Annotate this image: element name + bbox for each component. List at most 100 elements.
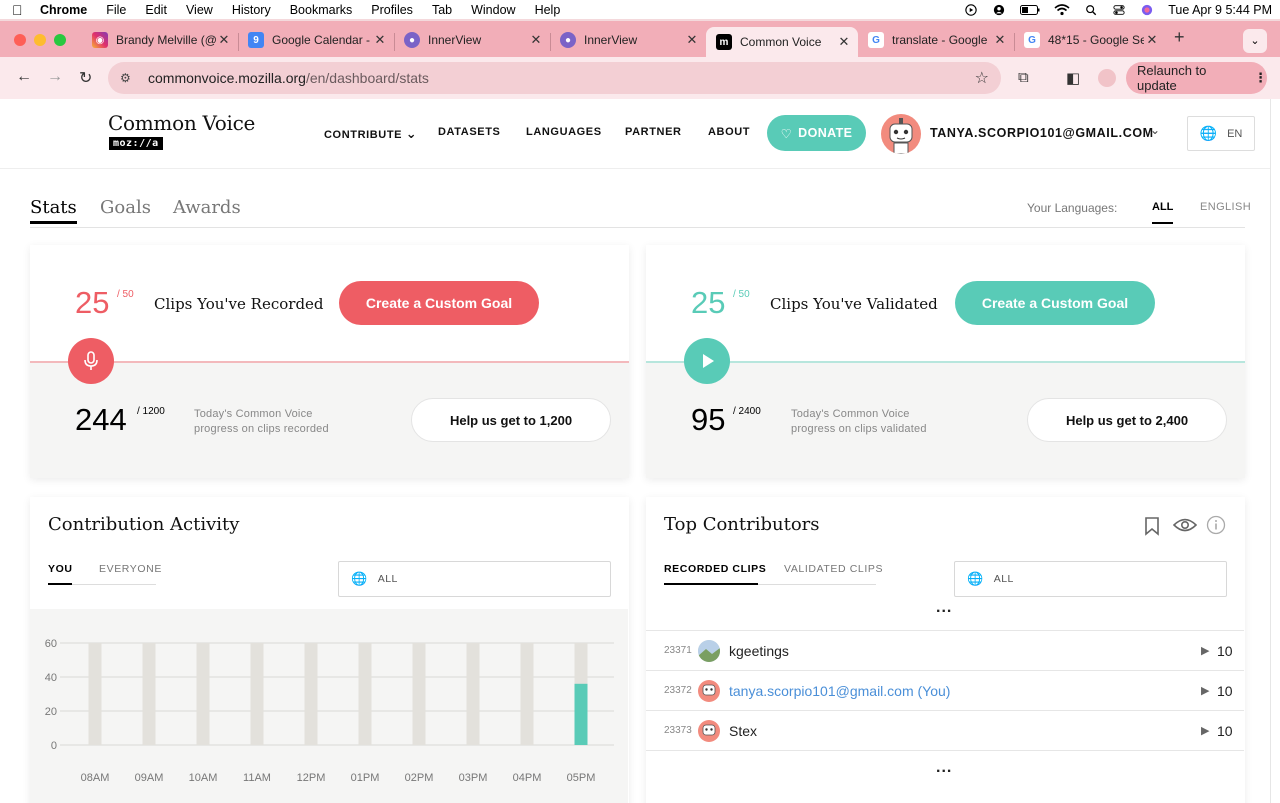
browser-tab-active[interactable]: m Common Voice ✕ [706, 27, 858, 57]
battery-icon[interactable] [1020, 4, 1040, 16]
close-tab-icon[interactable]: ✕ [372, 32, 388, 48]
help-goal-button[interactable]: Help us get to 2,400 [1027, 398, 1227, 442]
reload-icon[interactable]: ↻ [79, 68, 92, 88]
play-icon[interactable]: ▶ [1201, 644, 1209, 657]
menu-profiles[interactable]: Profiles [371, 3, 413, 17]
menu-chrome[interactable]: Chrome [40, 3, 87, 17]
tab-title: translate - Google [892, 33, 988, 47]
menu-view[interactable]: View [186, 3, 213, 17]
close-tab-icon[interactable]: ✕ [684, 32, 700, 48]
contributors-tab-recorded[interactable]: RECORDED CLIPS [664, 563, 766, 575]
user-circle-icon[interactable] [992, 4, 1006, 16]
language-tab-english[interactable]: ENGLISH [1200, 201, 1251, 213]
menu-bookmarks[interactable]: Bookmarks [290, 3, 353, 17]
forward-arrow-icon[interactable]: → [47, 68, 63, 86]
contributor-row[interactable]: 23373 Stex ▶ 10 [646, 711, 1244, 751]
browser-tab[interactable]: ● InnerView ✕ [394, 25, 550, 55]
close-window-button[interactable] [14, 34, 26, 46]
activity-tab-everyone[interactable]: EVERYONE [99, 563, 162, 575]
bookmark-icon[interactable] [1144, 516, 1160, 536]
browser-tab[interactable]: ◉ Brandy Melville (@ ✕ [82, 25, 238, 55]
extensions-icon[interactable]: ⧉ [1018, 69, 1029, 86]
nav-about[interactable]: ABOUT [708, 126, 750, 138]
tab-stats[interactable]: Stats [30, 197, 77, 224]
siri-icon[interactable] [1140, 4, 1154, 16]
page-scrollbar[interactable] [1270, 99, 1280, 803]
language-switcher[interactable]: 🌐 EN [1187, 116, 1255, 151]
create-goal-button[interactable]: Create a Custom Goal [955, 281, 1155, 325]
relaunch-button[interactable]: Relaunch to update ⋮ [1126, 62, 1267, 94]
user-avatar[interactable] [881, 114, 921, 154]
language-tab-all[interactable]: ALL [1152, 201, 1174, 224]
user-email[interactable]: TANYA.SCORPIO101@GMAIL.COM [930, 126, 1154, 140]
browser-tab[interactable]: G translate - Google ✕ [858, 25, 1014, 55]
close-tab-icon[interactable]: ✕ [528, 32, 544, 48]
contributor-rank: 23372 [664, 685, 692, 696]
play-icon[interactable]: ▶ [1201, 684, 1209, 697]
contributor-name: Stex [729, 722, 758, 739]
close-tab-icon[interactable]: ✕ [992, 32, 1008, 48]
minimize-window-button[interactable] [34, 34, 46, 46]
info-icon[interactable] [1206, 515, 1226, 535]
address-bar[interactable]: ⚙ commonvoice.mozilla.org/en/dashboard/s… [108, 62, 1001, 94]
close-tab-icon[interactable]: ✕ [836, 34, 852, 50]
site-logo[interactable]: Common Voice [108, 111, 255, 135]
contributor-row-you[interactable]: 23372 tanya.scorpio101@gmail.com (You) ▶… [646, 671, 1244, 711]
bookmark-star-icon[interactable]: ☆ [975, 68, 989, 88]
new-tab-button[interactable]: + [1174, 27, 1185, 48]
contributors-language-select[interactable]: 🌐 ALL [954, 561, 1227, 597]
wifi-icon[interactable] [1054, 3, 1070, 16]
menu-file[interactable]: File [106, 3, 126, 17]
tab-goals[interactable]: Goals [100, 197, 151, 218]
more-menu-icon[interactable]: ⋮ [1254, 70, 1267, 86]
more-rows-indicator[interactable]: ... [936, 759, 952, 777]
browser-tab[interactable]: 9 Google Calendar - ✕ [238, 25, 394, 55]
menu-history[interactable]: History [232, 3, 271, 17]
nav-contribute[interactable]: CONTRIBUTE ⌄ [324, 126, 417, 142]
profile-avatar[interactable] [1098, 69, 1116, 87]
contributor-row[interactable]: 23371 kgeetings ▶ 10 [646, 631, 1244, 671]
play-circle-icon[interactable] [964, 3, 978, 16]
play-icon[interactable]: ▶ [1201, 724, 1209, 737]
top-contributors-card: Top Contributors RECORDED CLIPS VALIDATE… [646, 497, 1245, 803]
donate-button[interactable]: ♡ DONATE [767, 115, 866, 151]
more-rows-indicator[interactable]: ... [936, 599, 952, 617]
menubar-datetime[interactable]: Tue Apr 9 5:44 PM [1168, 3, 1272, 17]
apple-icon[interactable]:  [12, 2, 30, 18]
control-center-icon[interactable] [1112, 4, 1126, 16]
menu-window[interactable]: Window [471, 3, 515, 17]
close-tab-icon[interactable]: ✕ [216, 32, 232, 48]
create-goal-button[interactable]: Create a Custom Goal [339, 281, 539, 325]
chevron-down-icon[interactable]: ⌄ [1150, 123, 1160, 137]
nav-partner[interactable]: PARTNER [625, 126, 682, 138]
side-panel-icon[interactable]: ◧ [1066, 69, 1080, 87]
x-tick-label: 05PM [567, 772, 596, 784]
recorded-count: 25 [75, 285, 110, 320]
recorded-label: Clips You've Recorded [154, 295, 324, 313]
contributors-tab-validated[interactable]: VALIDATED CLIPS [784, 563, 883, 575]
zoom-window-button[interactable] [54, 34, 66, 46]
site-settings-icon[interactable]: ⚙ [120, 71, 136, 85]
globe-icon: 🌐 [967, 571, 984, 586]
menu-help[interactable]: Help [535, 3, 561, 17]
nav-datasets[interactable]: DATASETS [438, 126, 500, 138]
menu-edit[interactable]: Edit [145, 3, 167, 17]
menu-tab[interactable]: Tab [432, 3, 452, 17]
mozilla-logo[interactable]: moz://a [109, 137, 163, 150]
nav-languages[interactable]: LANGUAGES [526, 126, 602, 138]
today-validated-text: Today's Common Voice progress on clips v… [791, 408, 927, 435]
back-arrow-icon[interactable]: ← [16, 68, 32, 86]
browser-tab[interactable]: G 48*15 - Google Se ✕ [1014, 25, 1166, 55]
activity-tab-you[interactable]: YOU [48, 563, 73, 575]
activity-title: Contribution Activity [48, 514, 240, 535]
browser-tab[interactable]: ● InnerView ✕ [550, 25, 706, 55]
eye-icon[interactable] [1173, 517, 1197, 533]
activity-language-select[interactable]: 🌐 ALL [338, 561, 611, 597]
tab-awards[interactable]: Awards [173, 197, 241, 218]
search-icon[interactable] [1084, 4, 1098, 16]
close-tab-icon[interactable]: ✕ [1144, 32, 1160, 48]
google-icon: G [868, 32, 884, 48]
tab-search-chevron-icon[interactable]: ⌄ [1243, 29, 1267, 53]
validated-label: Clips You've Validated [770, 295, 938, 313]
help-goal-button[interactable]: Help us get to 1,200 [411, 398, 611, 442]
